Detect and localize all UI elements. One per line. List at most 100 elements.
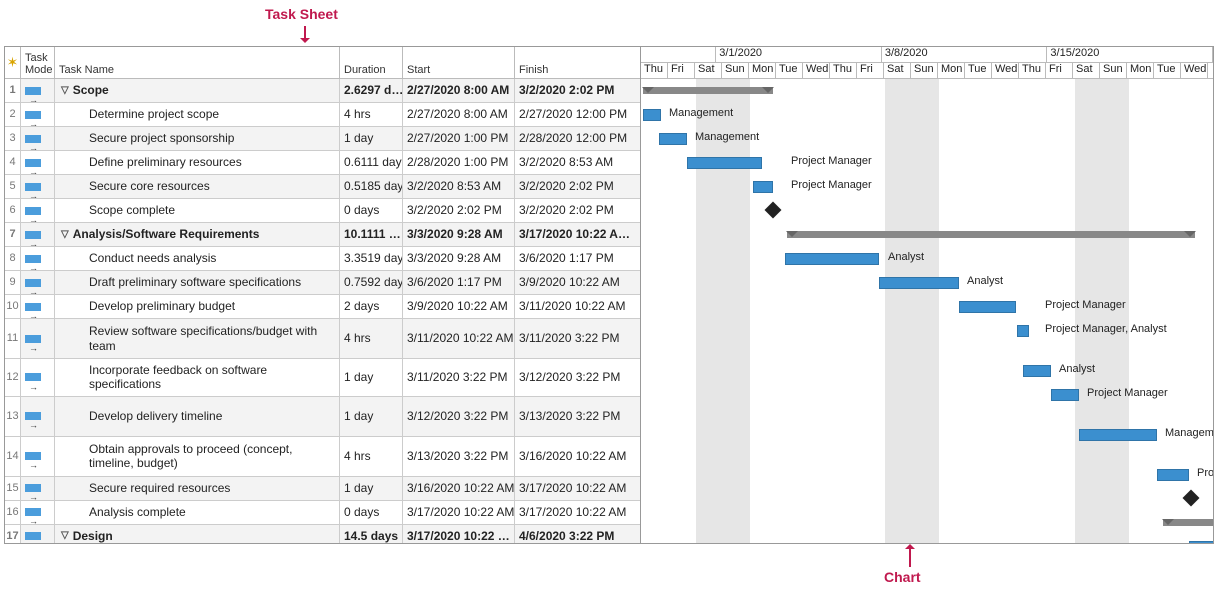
start-cell[interactable]: 2/27/2020 8:00 AM bbox=[403, 79, 515, 102]
gantt-row[interactable] bbox=[641, 511, 1213, 535]
task-bar[interactable] bbox=[1023, 365, 1051, 377]
table-row[interactable]: 6Scope complete0 days3/2/2020 2:02 PM3/2… bbox=[5, 199, 640, 223]
start-cell[interactable]: 2/28/2020 1:00 PM bbox=[403, 151, 515, 174]
start-cell[interactable]: 3/9/2020 10:22 AM bbox=[403, 295, 515, 318]
table-row[interactable]: 15Secure required resources1 day3/16/202… bbox=[5, 477, 640, 501]
gantt-row[interactable] bbox=[641, 199, 1213, 223]
start-cell[interactable]: 3/17/2020 10:22 … bbox=[403, 525, 515, 543]
duration-cell[interactable]: 1 day bbox=[340, 127, 403, 150]
table-row[interactable]: 8Conduct needs analysis3.3519 days3/3/20… bbox=[5, 247, 640, 271]
task-mode-cell[interactable] bbox=[21, 271, 55, 294]
task-mode-cell[interactable] bbox=[21, 501, 55, 524]
task-name-cell[interactable]: ▽Analysis/Software Requirements bbox=[55, 223, 340, 246]
table-row[interactable]: 9Draft preliminary software specificatio… bbox=[5, 271, 640, 295]
gantt-row[interactable]: Project Manager bbox=[641, 151, 1213, 175]
gantt-row[interactable]: Management bbox=[641, 127, 1213, 151]
task-mode-cell[interactable] bbox=[21, 319, 55, 358]
duration-cell[interactable]: 4 hrs bbox=[340, 319, 403, 358]
table-row[interactable]: 13Develop delivery timeline1 day3/12/202… bbox=[5, 397, 640, 437]
gantt-row[interactable]: Project bbox=[641, 463, 1213, 487]
gantt-row[interactable]: Management bbox=[641, 423, 1213, 463]
task-name-cell[interactable]: Obtain approvals to proceed (concept, ti… bbox=[55, 437, 340, 476]
row-number[interactable]: 5 bbox=[5, 175, 21, 198]
duration-cell[interactable]: 1 day bbox=[340, 397, 403, 436]
start-cell[interactable]: 3/16/2020 10:22 AM bbox=[403, 477, 515, 500]
gantt-row[interactable]: Project Manager bbox=[641, 295, 1213, 319]
indicator-header[interactable]: ✶ bbox=[5, 47, 21, 78]
gantt-row[interactable]: Project Manager bbox=[641, 383, 1213, 423]
task-bar[interactable] bbox=[659, 133, 687, 145]
task-name-cell[interactable]: Review software specifications/budget wi… bbox=[55, 319, 340, 358]
row-number[interactable]: 12 bbox=[5, 359, 21, 396]
table-row[interactable]: 12Incorporate feedback on software speci… bbox=[5, 359, 640, 397]
finish-cell[interactable]: 3/11/2020 3:22 PM bbox=[515, 319, 635, 358]
finish-header[interactable]: Finish bbox=[515, 47, 635, 78]
gantt-row[interactable] bbox=[641, 223, 1213, 247]
task-mode-cell[interactable] bbox=[21, 359, 55, 396]
task-mode-cell[interactable] bbox=[21, 525, 55, 543]
table-row[interactable]: 16Analysis complete0 days3/17/2020 10:22… bbox=[5, 501, 640, 525]
finish-cell[interactable]: 3/2/2020 2:02 PM bbox=[515, 175, 635, 198]
finish-cell[interactable]: 3/6/2020 1:17 PM bbox=[515, 247, 635, 270]
gantt-row[interactable] bbox=[641, 487, 1213, 511]
finish-cell[interactable]: 3/2/2020 2:02 PM bbox=[515, 199, 635, 222]
gantt-row[interactable] bbox=[641, 79, 1213, 103]
task-bar[interactable] bbox=[643, 109, 661, 121]
gantt-row[interactable]: Analyst bbox=[641, 271, 1213, 295]
duration-cell[interactable]: 3.3519 days bbox=[340, 247, 403, 270]
gantt-row[interactable]: Project Manager, Analyst bbox=[641, 319, 1213, 359]
duration-cell[interactable]: 2.6297 d… bbox=[340, 79, 403, 102]
finish-cell[interactable]: 3/12/2020 3:22 PM bbox=[515, 359, 635, 396]
duration-cell[interactable]: 4 hrs bbox=[340, 437, 403, 476]
duration-cell[interactable]: 1 day bbox=[340, 359, 403, 396]
chevron-down-icon[interactable]: ▽ bbox=[61, 530, 69, 542]
finish-cell[interactable]: 3/17/2020 10:22 A… bbox=[515, 223, 635, 246]
row-number[interactable]: 9 bbox=[5, 271, 21, 294]
row-number[interactable]: 4 bbox=[5, 151, 21, 174]
task-mode-cell[interactable] bbox=[21, 79, 55, 102]
task-mode-cell[interactable] bbox=[21, 477, 55, 500]
start-cell[interactable]: 3/6/2020 1:17 PM bbox=[403, 271, 515, 294]
row-number[interactable]: 11 bbox=[5, 319, 21, 358]
gantt-row[interactable]: Management bbox=[641, 103, 1213, 127]
table-row[interactable]: 17▽Design14.5 days3/17/2020 10:22 …4/6/2… bbox=[5, 525, 640, 543]
gantt-row[interactable]: Analyst bbox=[641, 359, 1213, 383]
row-number[interactable]: 8 bbox=[5, 247, 21, 270]
table-row[interactable]: 11 Review software specifications/budget … bbox=[5, 319, 640, 359]
task-bar[interactable] bbox=[879, 277, 959, 289]
finish-cell[interactable]: 3/2/2020 2:02 PM bbox=[515, 79, 635, 102]
task-name-cell[interactable]: Analysis complete bbox=[55, 501, 340, 524]
duration-cell[interactable]: 0.6111 days bbox=[340, 151, 403, 174]
row-number[interactable]: 3 bbox=[5, 127, 21, 150]
task-mode-cell[interactable] bbox=[21, 223, 55, 246]
table-row[interactable]: 1 ▽Scope2.6297 d…2/27/2020 8:00 AM3/2/202… bbox=[5, 79, 640, 103]
summary-bar[interactable] bbox=[787, 231, 1195, 238]
gantt-row[interactable] bbox=[641, 535, 1213, 543]
start-cell[interactable]: 3/17/2020 10:22 AM bbox=[403, 501, 515, 524]
task-name-cell[interactable]: Secure core resources bbox=[55, 175, 340, 198]
row-number[interactable]: 7 bbox=[5, 223, 21, 246]
row-number[interactable]: 2 bbox=[5, 103, 21, 126]
row-number[interactable]: 1 bbox=[5, 79, 21, 102]
gantt-chart[interactable]: 3/1/20203/8/20203/15/2020 ThuFriSatSunMo… bbox=[641, 47, 1213, 543]
task-mode-cell[interactable] bbox=[21, 397, 55, 436]
duration-cell[interactable]: 10.1111 … bbox=[340, 223, 403, 246]
task-sheet[interactable]: ✶ Task Mode Task Name Duration Start Fin… bbox=[5, 47, 641, 543]
duration-cell[interactable]: 0.7592 days bbox=[340, 271, 403, 294]
duration-cell[interactable]: 14.5 days bbox=[340, 525, 403, 543]
finish-cell[interactable]: 3/16/2020 10:22 AM bbox=[515, 437, 635, 476]
table-row[interactable]: 2Determine project scope4 hrs2/27/2020 8… bbox=[5, 103, 640, 127]
task-mode-header[interactable]: Task Mode bbox=[21, 47, 55, 78]
finish-cell[interactable]: 3/17/2020 10:22 AM bbox=[515, 501, 635, 524]
duration-cell[interactable]: 0 days bbox=[340, 501, 403, 524]
duration-cell[interactable]: 2 days bbox=[340, 295, 403, 318]
task-bar[interactable] bbox=[1017, 325, 1029, 337]
table-row[interactable]: 10Develop preliminary budget2 days3/9/20… bbox=[5, 295, 640, 319]
start-cell[interactable]: 3/11/2020 3:22 PM bbox=[403, 359, 515, 396]
task-name-cell[interactable]: ▽Scope bbox=[55, 79, 340, 102]
task-bar[interactable] bbox=[687, 157, 762, 169]
finish-cell[interactable]: 3/2/2020 8:53 AM bbox=[515, 151, 635, 174]
table-row[interactable]: 5Secure core resources0.5185 days3/2/202… bbox=[5, 175, 640, 199]
table-row[interactable]: 14Obtain approvals to proceed (concept, … bbox=[5, 437, 640, 477]
task-mode-cell[interactable] bbox=[21, 175, 55, 198]
